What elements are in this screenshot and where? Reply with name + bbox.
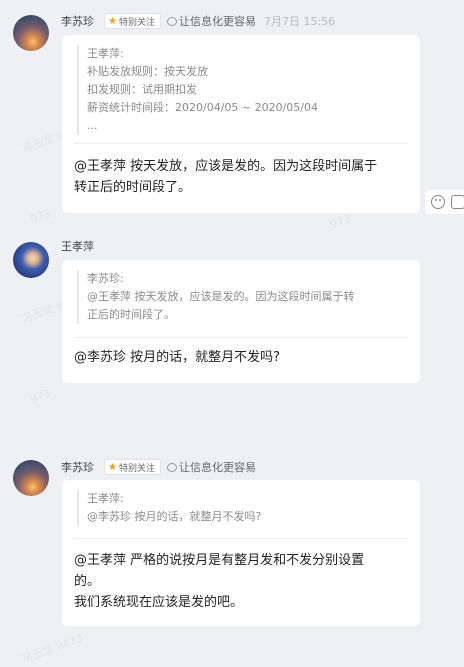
message-text: @王孝萍 按天发放，应该是发的。因为这段时间属于 转正后的时间段了。 xyxy=(74,156,408,198)
quote-line: 正后的时间段了。 xyxy=(87,308,175,321)
message-actions xyxy=(425,190,464,214)
avatar[interactable] xyxy=(13,242,49,278)
quote-line: 王孝萍: xyxy=(87,47,124,60)
watermark: 冯玉龙 9473 xyxy=(19,631,85,666)
message-line: @王孝萍 严格的说按月是有整月发和不发分别设置 xyxy=(74,553,365,568)
quote-line: 王孝萍: xyxy=(87,492,124,505)
message-line: 转正后的时间段了。 xyxy=(74,180,192,195)
quote-line: @李苏珍 按月的话，就整月不发吗? xyxy=(87,510,262,523)
divider xyxy=(74,538,408,539)
quote-line: @王孝萍 按天发放，应该是发的。因为这段时间属于转 xyxy=(87,290,355,303)
message-line: 的。 xyxy=(74,574,101,589)
emoji-icon[interactable] xyxy=(431,195,445,209)
avatar[interactable] xyxy=(13,15,49,51)
message-bubble[interactable]: 王孝萍: @李苏珍 按月的话，就整月不发吗? @王孝萍 严格的说按月是有整月发和… xyxy=(62,480,420,626)
quoted-message[interactable]: 王孝萍: 补贴发放规则：按天发放 扣发规则：试用期扣发 薪资统计时间段：2020… xyxy=(77,45,408,135)
quote-line: 扣发规则：试用期扣发 xyxy=(87,83,197,96)
quote-line: 补贴发放规则：按天发放 xyxy=(87,65,208,78)
message-line: @王孝萍 按天发放，应该是发的。因为这段时间属于 xyxy=(74,159,378,174)
sender-name[interactable]: 王孝萍 xyxy=(61,238,94,254)
special-follow-tag: ★ 特别关注 xyxy=(104,459,161,475)
tag-label: 特别关注 xyxy=(118,463,155,474)
tag-label: 特别关注 xyxy=(118,17,155,28)
watermark: 973 xyxy=(328,211,353,232)
quote-line: 李苏珍: xyxy=(87,272,124,285)
message-time: 7月7日 15:56 xyxy=(263,15,336,28)
signature-text: 让信息化更容易 xyxy=(178,15,256,28)
message-line: 我们系统现在应该是发的吧。 xyxy=(74,595,244,610)
star-icon: ★ xyxy=(108,461,117,473)
speech-bubble-icon xyxy=(166,462,177,472)
star-icon: ★ xyxy=(108,15,117,27)
avatar[interactable] xyxy=(13,460,49,496)
watermark: 973 xyxy=(28,206,53,227)
quoted-message[interactable]: 王孝萍: @李苏珍 按月的话，就整月不发吗? xyxy=(77,490,408,526)
sender-name[interactable]: 李苏珍 xyxy=(61,13,94,29)
sender-name[interactable]: 李苏珍 xyxy=(61,459,94,475)
special-follow-tag: ★ 特别关注 xyxy=(104,13,161,29)
message-text: @李苏珍 按月的话，就整月不发吗? xyxy=(74,347,408,368)
quoted-message[interactable]: 李苏珍: @王孝萍 按天发放，应该是发的。因为这段时间属于转 正后的时间段了。 xyxy=(77,270,408,324)
signature-text: 让信息化更容易 xyxy=(178,461,256,474)
quote-line: 薪资统计时间段：2020/04/05 ~ 2020/05/04 xyxy=(87,101,319,114)
quote-line: ... xyxy=(87,119,98,132)
message-bubble[interactable]: 王孝萍: 补贴发放规则：按天发放 扣发规则：试用期扣发 薪资统计时间段：2020… xyxy=(62,35,420,213)
message-line: @李苏珍 按月的话，就整月不发吗? xyxy=(74,350,281,365)
message-text: @王孝萍 严格的说按月是有整月发和不发分别设置 的。 我们系统现在应该是发的吧。 xyxy=(74,550,408,613)
speech-bubble-icon xyxy=(166,16,177,26)
divider xyxy=(74,337,408,338)
reply-icon[interactable] xyxy=(451,195,464,209)
message-bubble[interactable]: 李苏珍: @王孝萍 按天发放，应该是发的。因为这段时间属于转 正后的时间段了。 … xyxy=(62,260,420,383)
divider xyxy=(74,143,408,144)
watermark: 973 xyxy=(28,386,53,407)
